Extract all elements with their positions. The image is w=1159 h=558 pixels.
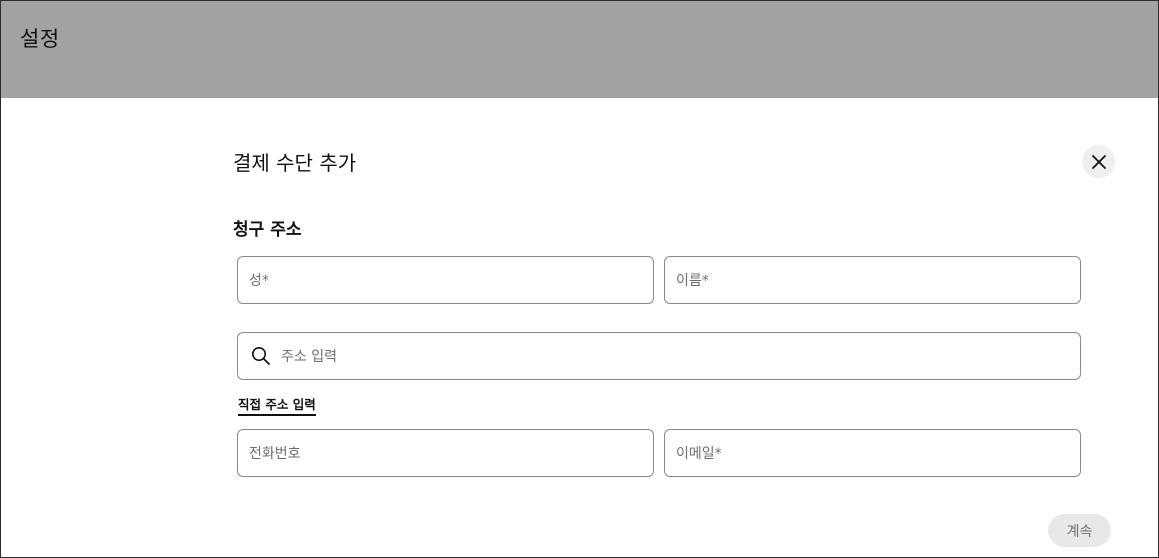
- close-icon: [1091, 154, 1106, 169]
- search-icon: [251, 346, 271, 366]
- page-title: 설정: [20, 27, 60, 51]
- address-search-field[interactable]: 주소 입력: [237, 332, 1081, 380]
- last-name-field[interactable]: 성*: [237, 256, 654, 304]
- email-field[interactable]: 이메일*: [664, 429, 1081, 477]
- first-name-placeholder: 이름*: [676, 273, 709, 289]
- address-search-placeholder: 주소 입력: [281, 349, 337, 365]
- phone-field[interactable]: 전화번호: [237, 429, 654, 477]
- first-name-field[interactable]: 이름*: [664, 256, 1081, 304]
- billing-address-heading: 청구 주소: [233, 220, 302, 240]
- app-window: 설정 결제 수단 추가 청구 주소 성* 이름* 주소 입력 직접 주소 입력: [0, 0, 1159, 558]
- manual-address-link[interactable]: 직접 주소 입력: [238, 394, 316, 416]
- last-name-placeholder: 성*: [249, 273, 269, 289]
- add-payment-method-dialog: 결제 수단 추가 청구 주소 성* 이름* 주소 입력 직접 주소 입력 전화번…: [1, 98, 1158, 557]
- continue-button[interactable]: 계속: [1048, 514, 1111, 547]
- dialog-title: 결제 수단 추가: [233, 151, 357, 175]
- email-placeholder: 이메일*: [676, 446, 722, 462]
- phone-placeholder: 전화번호: [249, 446, 301, 462]
- settings-header-overlay: 설정: [1, 1, 1158, 98]
- close-button[interactable]: [1082, 145, 1115, 178]
